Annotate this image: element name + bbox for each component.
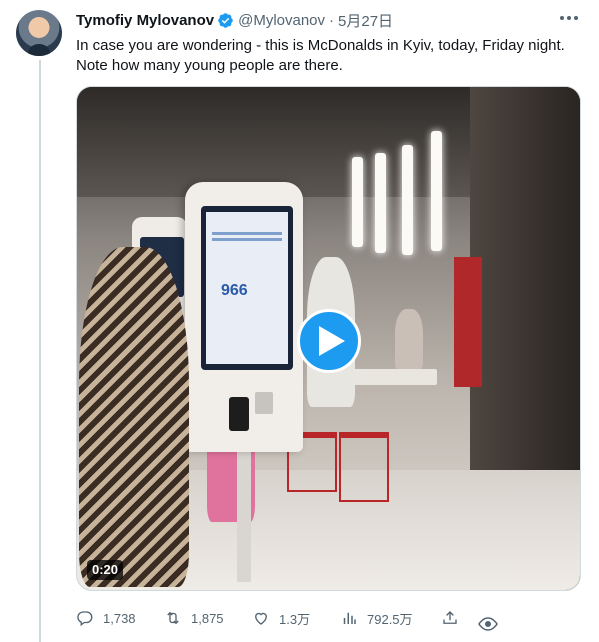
reply-button[interactable]: 1,738 bbox=[76, 606, 136, 630]
ceiling-light bbox=[402, 145, 413, 255]
tweet-text: In case you are wondering - this is McDo… bbox=[76, 37, 565, 74]
eye-icon[interactable] bbox=[477, 613, 499, 635]
action-bar: 1,738 1,875 1.3万 792.5万 bbox=[76, 606, 506, 630]
person bbox=[79, 247, 189, 587]
play-button[interactable] bbox=[297, 309, 361, 373]
share-icon bbox=[443, 611, 457, 624]
like-count: 1.3万 bbox=[279, 611, 311, 627]
reply-count: 1,738 bbox=[103, 610, 136, 626]
tweet-header: Tymofiy Mylovanov @Mylovanov · 5月27日 bbox=[76, 10, 393, 30]
ceiling-light bbox=[375, 153, 386, 253]
tweet-date[interactable]: 5月27日 bbox=[338, 10, 393, 31]
more-dots-icon[interactable] bbox=[557, 8, 581, 28]
author-handle[interactable]: @Mylovanov bbox=[238, 12, 325, 29]
like-button[interactable]: 1.3万 bbox=[252, 606, 310, 630]
separator-dot: · bbox=[329, 11, 335, 29]
video-duration: 0:20 bbox=[87, 560, 124, 580]
retweet-count: 1,875 bbox=[191, 610, 224, 626]
play-icon bbox=[318, 326, 345, 356]
avatar[interactable] bbox=[16, 10, 62, 56]
views-button[interactable]: 792.5万 bbox=[340, 606, 413, 630]
verified-badge-icon bbox=[218, 12, 233, 28]
person bbox=[395, 309, 423, 369]
heart-icon bbox=[255, 612, 267, 625]
retweet-button[interactable]: 1,875 bbox=[164, 606, 224, 630]
kiosk-stand bbox=[237, 452, 251, 582]
author-name[interactable]: Tymofiy Mylovanov bbox=[76, 12, 214, 29]
analytics-icon bbox=[343, 612, 356, 624]
share-button[interactable] bbox=[441, 606, 468, 630]
reply-icon bbox=[77, 611, 93, 627]
thread-line bbox=[39, 60, 41, 642]
ceiling-light bbox=[352, 157, 363, 247]
self-order-kiosk: 966 bbox=[185, 182, 303, 452]
red-panel bbox=[454, 257, 482, 387]
retweet-icon bbox=[167, 611, 179, 625]
views-count: 792.5万 bbox=[367, 611, 413, 627]
kiosk-number: 966 bbox=[221, 282, 248, 299]
video-player[interactable]: 966 0:20 bbox=[76, 86, 581, 591]
red-chair bbox=[339, 432, 389, 502]
ceiling-light bbox=[431, 131, 442, 251]
